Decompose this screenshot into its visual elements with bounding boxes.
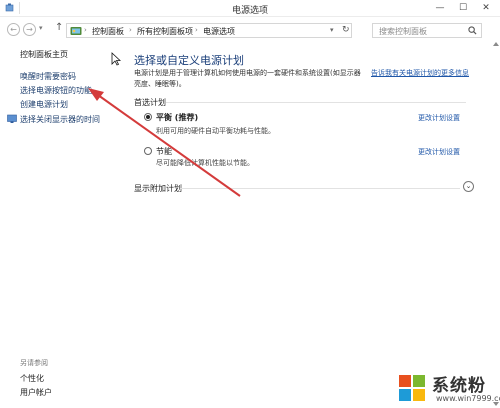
vertical-scrollbar[interactable] <box>492 40 500 408</box>
breadcrumb-all-items[interactable]: 所有控制面板项 <box>137 26 193 37</box>
show-additional-plans-label[interactable]: 显示附加计划 <box>134 183 182 194</box>
power-saver-plan-name[interactable]: 节能 <box>156 146 172 157</box>
address-dropdown-icon[interactable]: ▾ <box>330 26 334 34</box>
balanced-plan-name[interactable]: 平衡 (推荐) <box>156 112 198 123</box>
power-saver-plan-description: 尽可能降低计算机性能以节能。 <box>156 159 254 167</box>
change-power-saver-plan-settings-link[interactable]: 更改计划设置 <box>418 147 460 157</box>
control-panel-home-link[interactable]: 控制面板主页 <box>20 49 68 60</box>
windows-logo-icon <box>399 375 425 401</box>
forward-button[interactable]: → <box>23 23 36 36</box>
breadcrumb-chevron[interactable]: › <box>195 26 198 34</box>
close-button[interactable]: ✕ <box>478 2 494 14</box>
additional-plans-divider <box>180 188 460 189</box>
search-input[interactable]: 搜索控制面板 <box>372 23 482 38</box>
balanced-plan-radio[interactable] <box>144 113 152 121</box>
navigation-bar: ← → ▾ ↑ › 控制面板 › 所有控制面板项 › 电源选项 ▾ ↻ 搜索控制… <box>0 20 500 40</box>
page-description: 电源计划是用于管理计算机如何使用电源的一套硬件和系统设置(如显示器亮度、睡眠等)… <box>134 69 361 88</box>
title-bar: 电源选项 — ☐ ✕ <box>0 0 500 17</box>
breadcrumb-chevron[interactable]: › <box>84 26 87 34</box>
breadcrumb-power-options[interactable]: 电源选项 <box>203 26 235 37</box>
search-placeholder: 搜索控制面板 <box>379 27 427 36</box>
control-panel-icon <box>70 27 82 35</box>
power-options-window: 电源选项 — ☐ ✕ ← → ▾ ↑ › 控制面板 › 所有控制面板项 › 电源… <box>0 0 500 408</box>
left-navigation-pane: 控制面板主页 唤醒时需要密码 选择电源按钮的功能 创建电源计划 选择关闭显示器的… <box>0 40 120 408</box>
page-title: 选择或自定义电源计划 <box>134 54 244 67</box>
balanced-plan-description: 利用可用的硬件自动平衡功耗与性能。 <box>156 127 275 135</box>
back-button[interactable]: ← <box>7 23 20 36</box>
breadcrumb-control-panel[interactable]: 控制面板 <box>92 26 124 37</box>
watermark: 系统粉 www.win7999.com <box>398 371 500 407</box>
expand-additional-plans-button[interactable]: ⌄ <box>463 181 474 192</box>
group-divider <box>166 102 466 103</box>
maximize-button[interactable]: ☐ <box>455 2 471 14</box>
search-icon[interactable] <box>468 26 477 35</box>
address-bar[interactable]: › 控制面板 › 所有控制面板项 › 电源选项 ▾ ↻ <box>66 23 352 38</box>
main-content: 选择或自定义电源计划 电源计划是用于管理计算机如何使用电源的一套硬件和系统设置(… <box>120 40 500 408</box>
refresh-icon[interactable]: ↻ <box>342 25 350 35</box>
sidebar-link-require-password[interactable]: 唤醒时需要密码 <box>20 71 76 82</box>
sidebar-link-create-plan[interactable]: 创建电源计划 <box>20 99 68 110</box>
sidebar-link-power-buttons[interactable]: 选择电源按钮的功能 <box>20 85 92 96</box>
learn-more-link[interactable]: 告诉我有关电源计划的更多信息 <box>371 68 483 79</box>
minimize-button[interactable]: — <box>432 2 448 14</box>
display-off-icon <box>7 114 17 123</box>
sidebar-link-display-off-time[interactable]: 选择关闭显示器的时间 <box>20 114 100 125</box>
up-one-level-button[interactable]: ↑ <box>55 22 63 33</box>
see-also-label: 另请参阅 <box>20 359 48 367</box>
breadcrumb-chevron[interactable]: › <box>129 26 132 34</box>
watermark-brand-text: 系统粉 <box>432 376 486 396</box>
watermark-url: www.win7999.com <box>436 394 500 403</box>
power-saver-plan-radio[interactable] <box>144 147 152 155</box>
sidebar-link-personalization[interactable]: 个性化 <box>20 373 44 384</box>
preferred-plans-label: 首选计划 <box>134 98 166 107</box>
change-balanced-plan-settings-link[interactable]: 更改计划设置 <box>418 113 460 123</box>
window-title: 电源选项 <box>231 6 268 16</box>
mouse-cursor-icon <box>111 52 121 66</box>
recent-locations-dropdown-icon[interactable]: ▾ <box>39 24 43 32</box>
sidebar-link-user-accounts[interactable]: 用户帐户 <box>20 387 52 398</box>
